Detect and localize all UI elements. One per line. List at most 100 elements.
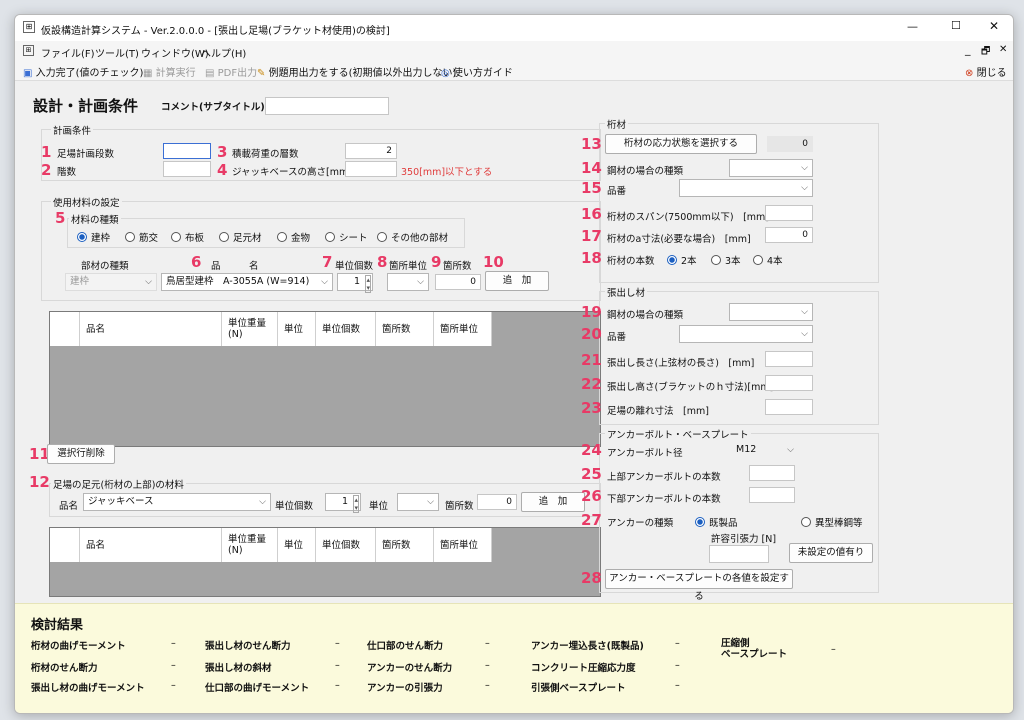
stress-state-button[interactable]: 桁材の応力状態を選択する	[605, 134, 757, 154]
radio-icon	[277, 232, 287, 242]
steps-input[interactable]	[163, 143, 211, 159]
number-27: 27	[581, 511, 602, 529]
close-form-button[interactable]: ⊗ 閉じる	[965, 64, 1007, 79]
keta-span-label: 桁材のスパン(7500mm以下) [mm]	[607, 212, 769, 223]
foot-unit-count-spinner[interactable]: 1 ▴ ▾	[325, 493, 361, 513]
keta-count-4[interactable]: 4本	[753, 253, 783, 267]
row-header-cell	[50, 528, 80, 562]
menu-window[interactable]: ウィンドウ(W)	[141, 45, 209, 60]
close-button[interactable]: ✕	[989, 19, 999, 33]
floors-input[interactable]	[163, 161, 211, 177]
radio-icon	[711, 255, 721, 265]
kind-radio-ashimoto[interactable]: 足元材	[219, 230, 262, 244]
hari-gap-input[interactable]	[765, 399, 813, 415]
howto-button[interactable]: ◎ 使い方ガイド	[441, 64, 513, 79]
spinner-icon[interactable]: ▴ ▾	[353, 495, 359, 513]
add-material-button[interactable]: 追 加	[485, 271, 549, 291]
keta-a-input[interactable]: 0	[765, 227, 813, 243]
hari-part-select[interactable]: ⌵	[679, 325, 813, 343]
menu-help[interactable]: ヘルプ(H)	[201, 45, 246, 60]
foot-name-select[interactable]: ジャッキベース ⌵	[83, 493, 271, 511]
hari-steel-label: 鋼材の場合の種類	[607, 310, 684, 321]
input-done-button[interactable]: ▣ 入力完了(値のチェック)	[23, 64, 143, 79]
hari-part-label: 品番	[607, 332, 627, 343]
foot-table[interactable]: 品名 単位重量(N) 単位 単位個数 箇所数 箇所単位	[49, 527, 601, 597]
radio-selected-icon	[77, 232, 87, 242]
kind-radio-sheet[interactable]: シート	[325, 230, 368, 244]
places-input[interactable]: 0	[435, 274, 481, 290]
mdi-close-button[interactable]: ✕	[999, 44, 1007, 55]
part-kind-select[interactable]: 建枠 ⌵	[65, 273, 157, 291]
foot-unit-select[interactable]: ⌵	[397, 493, 439, 511]
menu-file[interactable]: ファイル(F)	[41, 45, 95, 60]
example-output-button[interactable]: ✎ 例題用出力をする(初期値以外出力しない)	[257, 64, 456, 79]
menu-tools[interactable]: ツール(T)	[95, 45, 139, 60]
anchor-type-ikei[interactable]: 異型棒鋼等	[801, 515, 863, 529]
anchor-set-button[interactable]: アンカー・ベースプレートの各値を設定する	[605, 569, 793, 602]
hari-len-input[interactable]	[765, 351, 813, 367]
anchor-upper-input[interactable]	[749, 465, 795, 481]
hari-steel-select[interactable]: ⌵	[729, 303, 813, 321]
number-24: 24	[581, 441, 602, 459]
mdi-restore-button[interactable]: 🗗	[981, 44, 990, 61]
radio-selected-icon	[695, 517, 705, 527]
anchor-lower-input[interactable]	[749, 487, 795, 503]
keta-steel-select[interactable]: ⌵	[729, 159, 813, 177]
comment-label: コメント(サブタイトル)	[161, 102, 265, 113]
foot-group-title: 足場の足元(桁材の上部)の材料	[51, 477, 186, 491]
kind-radio-nunoita[interactable]: 布板	[171, 230, 204, 244]
keta-part-select[interactable]: ⌵	[679, 179, 813, 197]
unset-values-button[interactable]: 未設定の値有り	[789, 543, 873, 563]
number-13: 13	[581, 135, 602, 153]
delete-row-button[interactable]: 選択行削除	[47, 444, 115, 464]
number-1: 1	[41, 143, 52, 161]
foot-places-input[interactable]: 0	[477, 494, 517, 510]
material-table[interactable]: 品名 単位重量(N) 単位 単位個数 箇所数 箇所単位	[49, 311, 601, 447]
result-value: –	[171, 638, 176, 649]
result-label: コンクリート圧縮応力度	[531, 663, 636, 674]
kind-radio-sujikai[interactable]: 筋交	[125, 230, 158, 244]
number-22: 22	[581, 375, 602, 393]
materials-group-title: 使用材料の設定	[51, 195, 122, 209]
unit-count-spinner[interactable]: 1 ▴ ▾	[337, 273, 373, 293]
number-20: 20	[581, 325, 602, 343]
comment-input[interactable]	[265, 97, 389, 115]
result-label: 圧縮側 ベースプレート	[721, 638, 788, 660]
chevron-down-icon: ⌵	[427, 497, 434, 507]
maximize-button[interactable]: ☐	[951, 19, 961, 32]
hin-select[interactable]: 鳥居型建枠 A-3055A (W=914) ⌵	[161, 273, 333, 291]
place-unit-select[interactable]: ⌵	[387, 273, 429, 291]
kind-radio-kanamono[interactable]: 金物	[277, 230, 310, 244]
pdf-button[interactable]: ▤ PDF出力	[205, 64, 257, 79]
col-unit: 単位	[278, 312, 316, 346]
jack-input[interactable]	[345, 161, 397, 177]
keta-count-2[interactable]: 2本	[667, 253, 697, 267]
anchor-dia-select[interactable]: M12 ⌵	[731, 441, 799, 459]
pdf-icon: ▤	[205, 68, 215, 79]
result-value: –	[335, 680, 340, 691]
keta-span-input[interactable]	[765, 205, 813, 221]
radio-selected-icon	[667, 255, 677, 265]
spinner-icon[interactable]: ▴ ▾	[365, 275, 371, 293]
anchor-allow-input[interactable]	[709, 545, 769, 563]
kind-radio-other[interactable]: その他の部材	[377, 230, 448, 244]
minimize-button[interactable]: —	[907, 20, 918, 33]
floors-label: 階数	[57, 167, 77, 178]
number-28: 28	[581, 569, 602, 587]
number-15: 15	[581, 179, 602, 197]
add-foot-button[interactable]: 追 加	[521, 492, 585, 512]
number-21: 21	[581, 351, 602, 369]
kind-radio-tateWaku[interactable]: 建枠	[77, 230, 110, 244]
mdi-minimize-button[interactable]: _	[965, 43, 971, 56]
row-header-cell	[50, 312, 80, 346]
check-form-icon: ▣	[23, 68, 33, 79]
number-16: 16	[581, 205, 602, 223]
keta-count-3[interactable]: 3本	[711, 253, 741, 267]
load-floors-input[interactable]: 2	[345, 143, 397, 159]
hari-height-input[interactable]	[765, 375, 813, 391]
result-value: –	[675, 680, 680, 691]
result-value: –	[485, 638, 490, 649]
calc-button[interactable]: ▦ 計算実行	[143, 64, 196, 79]
result-value: –	[675, 638, 680, 649]
anchor-type-kiseihin[interactable]: 既製品	[695, 515, 738, 529]
